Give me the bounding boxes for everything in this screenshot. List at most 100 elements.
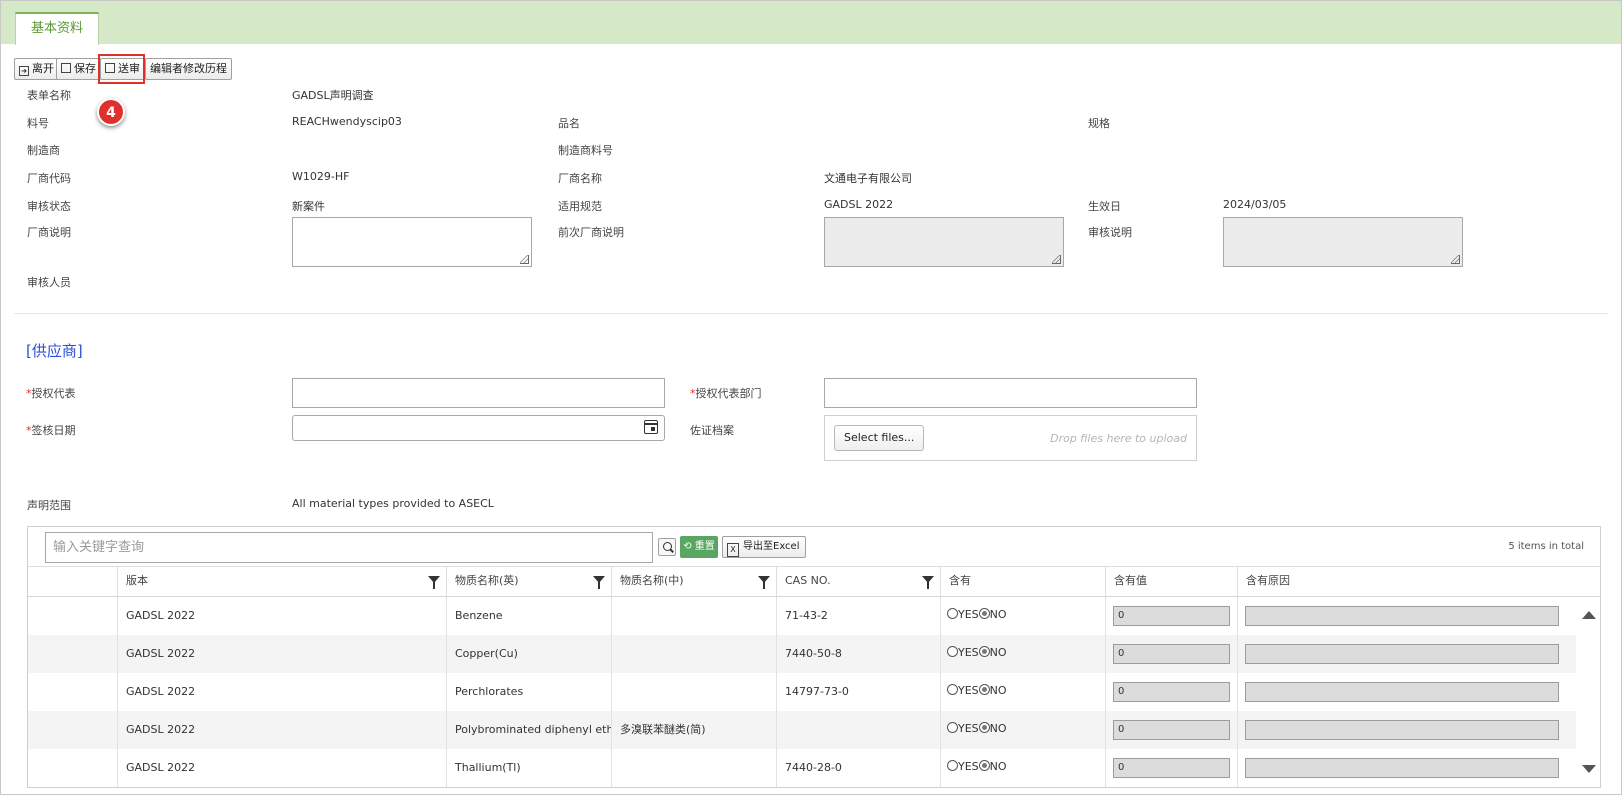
contain-reason-input[interactable] — [1245, 644, 1559, 664]
tab-basic-info[interactable]: 基本资料 — [15, 12, 99, 45]
row-selector-cell — [28, 635, 117, 673]
cell-contain-reason — [1237, 597, 1576, 635]
filter-icon[interactable] — [428, 576, 440, 589]
vendor-desc-textarea[interactable] — [292, 217, 532, 267]
col-contains[interactable]: 含有 — [940, 567, 1105, 597]
filter-icon[interactable] — [593, 576, 605, 589]
table-row: GADSL 2022Polybrominated diphenyl ethers… — [28, 711, 1576, 749]
scroll-down-icon[interactable] — [1582, 765, 1596, 773]
cell-contain-value: 0 — [1105, 711, 1237, 749]
contain-value-input[interactable]: 0 — [1113, 720, 1230, 740]
radio-yes[interactable] — [947, 646, 958, 657]
cell-version: GADSL 2022 — [117, 673, 446, 711]
scroll-up-icon[interactable] — [1582, 611, 1596, 619]
cell-version: GADSL 2022 — [117, 635, 446, 673]
vendor-name-label: 厂商名称 — [558, 172, 602, 185]
vendor-name-value: 文通电子有限公司 — [824, 172, 912, 185]
contain-reason-input[interactable] — [1245, 758, 1559, 778]
effective-date-label: 生效日 — [1088, 200, 1121, 213]
spec-label: 规格 — [1088, 117, 1110, 130]
contain-reason-input[interactable] — [1245, 606, 1559, 626]
file-upload-zone[interactable]: Select files... Drop files here to uploa… — [824, 415, 1197, 461]
cell-contains: YES NO — [940, 749, 1105, 787]
vendor-code-label: 厂商代码 — [27, 172, 71, 185]
cell-contain-value: 0 — [1105, 749, 1237, 787]
vendor-desc-label: 厂商说明 — [27, 226, 71, 239]
radio-no[interactable] — [978, 760, 990, 771]
form-name-value: GADSL声明调查 — [292, 89, 374, 102]
grid-scrollbar[interactable] — [1576, 597, 1600, 787]
save-icon — [61, 63, 71, 73]
cell-contain-value: 0 — [1105, 635, 1237, 673]
radio-yes[interactable] — [947, 760, 958, 771]
effective-date-value: 2024/03/05 — [1223, 198, 1287, 211]
cell-contain-reason — [1237, 673, 1576, 711]
auth-rep-label: *授权代表 — [26, 387, 76, 400]
substance-grid: 输入关键字查询 ⟲ 重置 X 导出至Excel 5 items in total … — [27, 526, 1601, 788]
col-contain-value[interactable]: 含有值 — [1105, 567, 1237, 597]
highlight-box — [98, 54, 145, 84]
contain-value-input[interactable]: 0 — [1113, 758, 1230, 778]
grid-search-input[interactable]: 输入关键字查询 — [45, 532, 653, 563]
table-row: GADSL 2022 Copper(Cu) 7440-50-8 YES NO 0 — [28, 635, 1576, 673]
prev-vendor-desc-label: 前次厂商说明 — [558, 226, 624, 239]
radio-yes[interactable] — [947, 608, 958, 619]
auth-rep-input[interactable] — [292, 378, 665, 408]
col-contain-reason[interactable]: 含有原因 — [1237, 567, 1573, 597]
contain-value-input[interactable]: 0 — [1113, 606, 1230, 626]
cell-contains: YES NO — [940, 597, 1105, 635]
grid-header: 版本 物质名称(英) 物质名称(中) CAS NO. 含有 含有值 含有原因 — [28, 567, 1600, 597]
filter-icon[interactable] — [922, 576, 934, 589]
cell-contains: YES NO — [940, 635, 1105, 673]
reviewer-label: 审核人员 — [27, 276, 71, 289]
search-icon[interactable] — [658, 538, 676, 556]
grid-toolbar: 输入关键字查询 ⟲ 重置 X 导出至Excel 5 items in total — [28, 527, 1600, 567]
cell-contains: YES NO — [940, 711, 1105, 749]
supplier-section-title: [供应商] — [26, 342, 83, 360]
row-selector-cell — [28, 749, 117, 787]
radio-yes[interactable] — [947, 722, 958, 733]
applicable-spec-value: GADSL 2022 — [824, 198, 894, 211]
cell-contains: YES NO — [940, 673, 1105, 711]
reset-button[interactable]: ⟲ 重置 — [680, 536, 718, 558]
contain-reason-input[interactable] — [1245, 682, 1559, 702]
contain-value-input[interactable]: 0 — [1113, 682, 1230, 702]
radio-no[interactable] — [978, 722, 990, 733]
save-button[interactable]: 保存 — [56, 58, 101, 80]
calendar-icon[interactable] — [644, 420, 658, 434]
cell-contain-value: 0 — [1105, 597, 1237, 635]
contain-value-input[interactable]: 0 — [1113, 644, 1230, 664]
select-files-button[interactable]: Select files... — [834, 425, 925, 451]
radio-no[interactable] — [978, 608, 990, 619]
filter-icon[interactable] — [758, 576, 770, 589]
sign-date-input[interactable] — [292, 415, 665, 441]
table-row: GADSL 2022 Thallium(Tl) 7440-28-0 YES NO 0 — [28, 749, 1576, 787]
col-name-cn[interactable]: 物质名称(中) — [611, 567, 776, 597]
radio-yes[interactable] — [947, 684, 958, 695]
manufacturer-label: 制造商 — [27, 144, 60, 157]
review-desc-textarea — [1223, 217, 1463, 267]
cell-cas: 7440-50-8 — [776, 635, 940, 673]
table-row: GADSL 2022 Perchlorates 14797-73-0 YES NO 0 — [28, 673, 1576, 711]
cell-name_cn — [611, 749, 776, 787]
auth-rep-dept-input[interactable] — [824, 378, 1197, 408]
part-no-value: REACHwendyscip03 — [292, 115, 402, 128]
radio-no[interactable] — [978, 684, 990, 695]
cell-name_en: Benzene — [446, 597, 611, 635]
cell-contain-reason — [1237, 635, 1576, 673]
edit-history-button[interactable]: 编辑者修改历程 — [145, 58, 232, 80]
review-status-label: 审核状态 — [27, 200, 71, 213]
col-version[interactable]: 版本 — [117, 567, 446, 597]
section-divider — [14, 313, 1608, 314]
leave-button[interactable]: ➜ 离开 — [14, 58, 59, 80]
export-excel-button[interactable]: X 导出至Excel — [722, 536, 806, 558]
col-name-en[interactable]: 物质名称(英) — [446, 567, 611, 597]
contain-reason-input[interactable] — [1245, 720, 1559, 740]
cell-name_cn — [611, 597, 776, 635]
col-cas[interactable]: CAS NO. — [776, 567, 940, 597]
cell-name_en: Thallium(Tl) — [446, 749, 611, 787]
applicable-spec-label: 适用规范 — [558, 200, 602, 213]
radio-no[interactable] — [978, 646, 990, 657]
grid-total-count: 5 items in total — [1508, 541, 1584, 552]
cell-cas: 14797-73-0 — [776, 673, 940, 711]
